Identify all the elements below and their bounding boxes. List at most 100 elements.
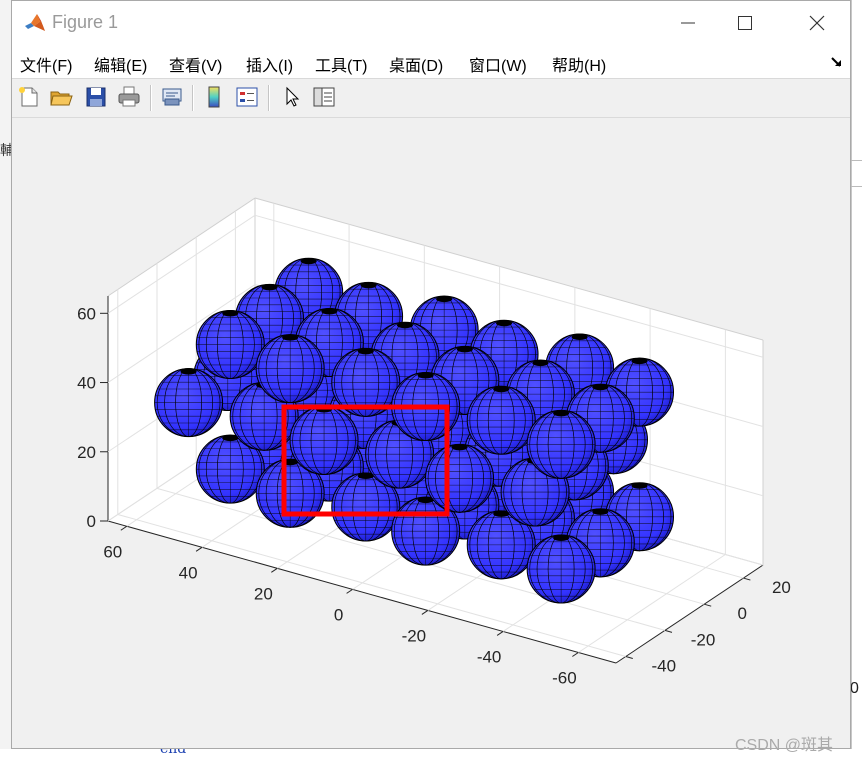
x-tick-mark: [195, 546, 203, 552]
minimize-button[interactable]: [665, 1, 711, 45]
sphere-pole: [180, 368, 197, 375]
sphere-pole: [357, 348, 374, 355]
colorbar-icon: [208, 86, 220, 108]
sphere-pole: [631, 358, 648, 365]
x-tick-label: -40: [477, 647, 502, 666]
figure-canvas[interactable]: 60 40 20 0 -20 -40 -60 -40 -20 0 20 0 20 40 60: [12, 118, 850, 748]
menu-file[interactable]: 文件(F): [20, 52, 72, 76]
property-inspector-button[interactable]: [310, 83, 338, 111]
background-editor-right: [851, 0, 862, 760]
y-tick-label: -40: [652, 656, 677, 675]
new-figure-icon: [19, 87, 38, 107]
sphere: [526, 534, 596, 604]
y-tick-label: -20: [691, 630, 716, 649]
menu-desktop[interactable]: 桌面(D): [389, 52, 443, 76]
menu-tools[interactable]: 工具(T): [315, 52, 367, 76]
sphere-pole: [282, 334, 299, 341]
sphere-pole: [493, 386, 510, 393]
sphere-pole: [417, 372, 434, 379]
sphere-pole: [592, 384, 609, 391]
sphere-pole: [321, 308, 338, 315]
sphere-pole: [631, 482, 648, 489]
x-tick-label: 20: [254, 584, 273, 603]
legend-button[interactable]: [233, 83, 261, 111]
close-icon: [809, 15, 825, 31]
x-tick-mark: [271, 567, 278, 573]
background-editor-bottom: [0, 749, 862, 760]
csdn-watermark: CSDN @斑其: [735, 737, 834, 754]
toolbar-separator: [192, 85, 194, 111]
background-divider: [851, 186, 862, 187]
y-tick-label: 0: [737, 604, 746, 623]
edit-plot-arrow-icon: [286, 86, 300, 107]
z-tick-label: 40: [77, 374, 96, 393]
y-tick-mark: [664, 629, 673, 633]
sphere: [466, 385, 536, 455]
matlab-logo-icon: [24, 12, 46, 34]
sphere-pole: [436, 296, 453, 303]
print-button[interactable]: [115, 83, 143, 111]
sphere: [255, 334, 325, 404]
sphere-pole: [360, 282, 377, 289]
open-file-button[interactable]: [47, 83, 75, 111]
menu-edit[interactable]: 编辑(E): [94, 52, 147, 76]
background-text-zero: 0: [850, 680, 859, 697]
title-bar[interactable]: Figure 1: [12, 1, 850, 45]
save-icon: [86, 87, 106, 107]
close-button[interactable]: [794, 1, 840, 45]
menu-bar: 文件(F) 编辑(E) 查看(V) 插入(I) 工具(T) 桌面(D) 窗口(W…: [12, 45, 850, 79]
y-tick-mark: [625, 655, 633, 659]
sphere-pole: [496, 320, 513, 327]
sphere-pole: [261, 284, 278, 291]
x-tick-label: 0: [334, 605, 343, 624]
maximize-button[interactable]: [722, 1, 768, 45]
figure-toolbar: [12, 79, 850, 118]
x-tick-label: 40: [179, 563, 198, 582]
sphere-pole: [222, 310, 239, 317]
open-file-icon: [50, 91, 73, 106]
sphere: [289, 405, 359, 475]
sphere-pole: [456, 346, 473, 353]
z-tick-label: 0: [87, 512, 96, 531]
colorbar-button[interactable]: [200, 83, 228, 111]
link-plot-icon: [162, 88, 182, 106]
x-tick-mark: [120, 525, 128, 531]
sphere-pole: [553, 535, 570, 542]
sphere: [526, 409, 596, 479]
figure-window: Figure 1 文件(F) 编辑(E) 查看(V) 插入(I) 工具(T) 桌…: [11, 0, 851, 749]
dock-figure-icon[interactable]: [830, 55, 844, 69]
save-button[interactable]: [82, 83, 110, 111]
menu-window[interactable]: 窗口(W): [469, 52, 527, 76]
menu-insert[interactable]: 插入(I): [246, 52, 293, 76]
link-plot-button[interactable]: [158, 83, 186, 111]
x-tick-mark: [421, 609, 429, 615]
x-tick-label: 60: [103, 542, 122, 561]
menu-view[interactable]: 查看(V): [169, 52, 222, 76]
new-figure-button[interactable]: [15, 83, 43, 111]
sphere-pole: [300, 258, 317, 265]
axes-3d[interactable]: 60 40 20 0 -20 -40 -60 -40 -20 0 20 0 20 40 60: [12, 118, 850, 748]
print-icon: [118, 86, 140, 107]
y-tick-mark: [743, 577, 751, 581]
background-divider: [851, 160, 862, 161]
sphere-pole: [532, 360, 549, 367]
edit-plot-button[interactable]: [278, 83, 306, 111]
sphere-pole: [451, 444, 468, 451]
x-tick-mark: [572, 652, 579, 657]
sphere-pole: [571, 333, 588, 340]
maximize-icon: [738, 16, 752, 30]
y-tick-label: 20: [772, 578, 791, 597]
window-title: Figure 1: [52, 12, 119, 32]
toolbar-separator: [268, 85, 270, 111]
legend-icon: [236, 87, 258, 107]
sphere-pole: [592, 508, 609, 515]
x-tick-label: -60: [552, 668, 577, 687]
x-tick-mark: [496, 631, 504, 636]
toolbar-separator: [150, 85, 152, 111]
z-tick-label: 20: [77, 443, 96, 462]
y-tick-mark: [704, 603, 712, 607]
menu-help[interactable]: 帮助(H): [552, 52, 606, 76]
z-tick-label: 60: [77, 304, 96, 323]
minimize-icon: [681, 22, 695, 24]
sphere-pole: [396, 322, 413, 329]
